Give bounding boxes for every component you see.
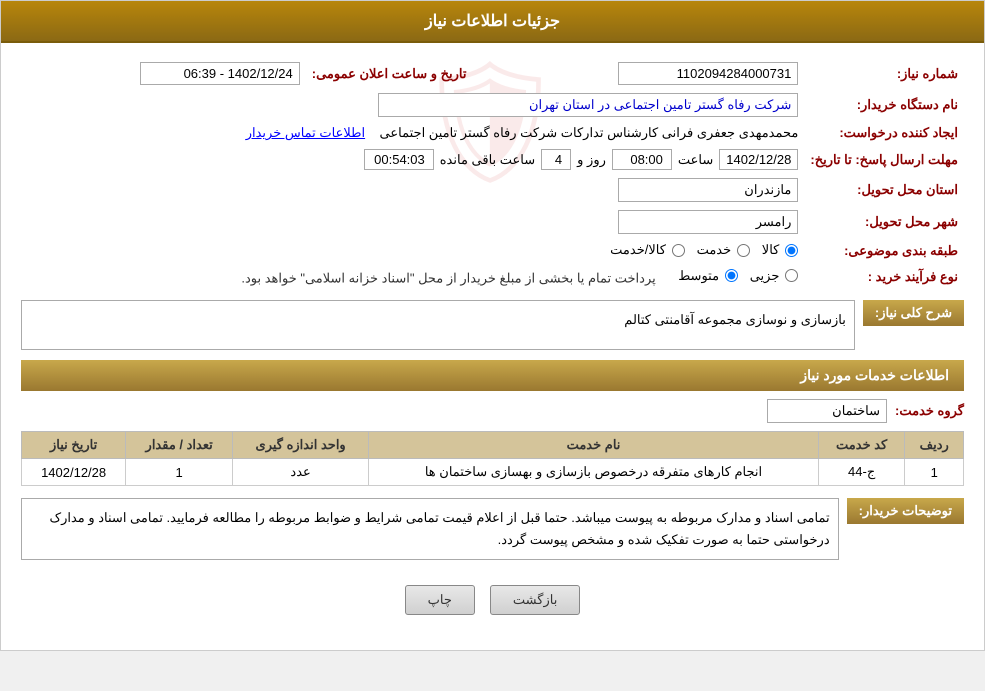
description-value: بازسازی و نوسازی مجموعه آقامنتی کتالم (21, 300, 855, 350)
send-time-value: 08:00 (612, 149, 672, 170)
col-header-name: نام خدمت (369, 432, 819, 459)
city-label: شهر محل تحویل: (804, 206, 964, 238)
category-radio-kala-khedmat[interactable] (672, 244, 685, 257)
col-header-date: تاریخ نیاز (22, 432, 126, 459)
print-button[interactable]: چاپ (405, 585, 475, 615)
category-kala-khedmat[interactable]: کالا/خدمت (610, 242, 685, 258)
category-radio-khedmat[interactable] (737, 244, 750, 257)
button-row: بازگشت چاپ (21, 570, 964, 635)
services-table: ردیف کد خدمت نام خدمت واحد اندازه گیری ت… (21, 431, 964, 486)
group-value: ساختمان (767, 399, 887, 423)
buyer-notes-label: توضیحات خریدار: (847, 498, 964, 524)
purchase-type-label: نوع فرآیند خرید : (804, 264, 964, 291)
table-cell-name: انجام کارهای متفرقه درخصوص بازسازی و بهس… (369, 459, 819, 486)
group-label: گروه خدمت: (895, 403, 964, 419)
contact-link[interactable]: اطلاعات تماس خریدار (246, 125, 365, 140)
services-section-title: اطلاعات خدمات مورد نیاز (21, 360, 964, 391)
category-kala-label: کالا (762, 242, 780, 258)
need-number-value: 1102094284000731 (618, 62, 798, 85)
table-cell-date: 1402/12/28 (22, 459, 126, 486)
send-time-label: ساعت (678, 152, 713, 168)
category-label: طبقه بندی موضوعی: (804, 238, 964, 264)
category-khedmat[interactable]: خدمت (697, 242, 751, 258)
need-number-label: شماره نیاز: (804, 58, 964, 89)
table-row: 1ج-44انجام کارهای متفرقه درخصوص بازسازی … (22, 459, 964, 486)
description-label: شرح کلی نیاز: (863, 300, 964, 326)
table-cell-quantity: 1 (126, 459, 233, 486)
send-date-value: 1402/12/28 (719, 149, 798, 170)
send-remaining-label: ساعت باقی مانده (440, 152, 535, 168)
table-cell-row: 1 (905, 459, 964, 486)
category-khedmat-label: خدمت (697, 242, 732, 258)
content-inner: شماره نیاز: 1102094284000731 تاریخ و ساع… (21, 58, 964, 635)
col-header-qty: تعداد / مقدار (126, 432, 233, 459)
category-kala[interactable]: کالا (762, 242, 799, 258)
creator-label: ایجاد کننده درخواست: (804, 121, 964, 145)
buyer-notes-row: توضیحات خریدار: تمامی اسناد و مدارک مربو… (21, 498, 964, 560)
city-value: رامسر (618, 210, 798, 234)
send-date-label: مهلت ارسال پاسخ: تا تاریخ: (804, 145, 964, 174)
send-days-label: روز و (577, 152, 606, 168)
description-row: شرح کلی نیاز: بازسازی و نوسازی مجموعه آق… (21, 300, 964, 350)
purchase-type-motavas[interactable]: متوسط (678, 268, 738, 284)
category-kala-khedmat-label: کالا/خدمت (610, 242, 666, 258)
send-remaining-value: 00:54:03 (364, 149, 434, 170)
purchase-type-radio-jozi[interactable] (785, 269, 798, 282)
table-cell-code: ج-44 (818, 459, 905, 486)
table-cell-unit: عدد (233, 459, 369, 486)
purchase-type-motavas-label: متوسط (678, 268, 719, 284)
province-label: استان محل تحویل: (804, 174, 964, 206)
send-days-value: 4 (541, 149, 571, 170)
col-header-unit: واحد اندازه گیری (233, 432, 369, 459)
col-header-row: ردیف (905, 432, 964, 459)
purchase-type-jozi-label: جزیی (750, 268, 780, 284)
buyer-notes-value: تمامی اسناد و مدارک مربوطه به پیوست میبا… (21, 498, 839, 560)
content-area: 🛡 شماره نیاز: 1102094284000731 تاریخ و س… (1, 43, 984, 650)
page-title: جزئیات اطلاعات نیاز (425, 13, 560, 30)
buyer-name-value: شرکت رفاه گستر تامین اجتماعی در استان ته… (378, 93, 798, 117)
page-wrapper: جزئیات اطلاعات نیاز 🛡 شماره نیاز: 110209… (0, 0, 985, 651)
province-value: مازندران (618, 178, 798, 202)
announce-label: تاریخ و ساعت اعلان عمومی: (306, 58, 487, 89)
purchase-type-jozi[interactable]: جزیی (750, 268, 799, 284)
info-table: شماره نیاز: 1102094284000731 تاریخ و ساع… (21, 58, 964, 290)
creator-value: محمدمهدی جعفری فرانی کارشناس تدارکات شرک… (380, 125, 799, 140)
category-radio-kala[interactable] (785, 244, 798, 257)
back-button[interactable]: بازگشت (490, 585, 580, 615)
buyer-name-label: نام دستگاه خریدار: (804, 89, 964, 121)
purchase-type-radio-motavas[interactable] (725, 269, 738, 282)
group-service-row: گروه خدمت: ساختمان (21, 399, 964, 423)
page-header: جزئیات اطلاعات نیاز (1, 1, 984, 43)
announce-value: 1402/12/24 - 06:39 (140, 62, 300, 85)
col-header-code: کد خدمت (818, 432, 905, 459)
purchase-type-note: پرداخت تمام یا بخشی از مبلغ خریدار از مح… (241, 270, 655, 285)
